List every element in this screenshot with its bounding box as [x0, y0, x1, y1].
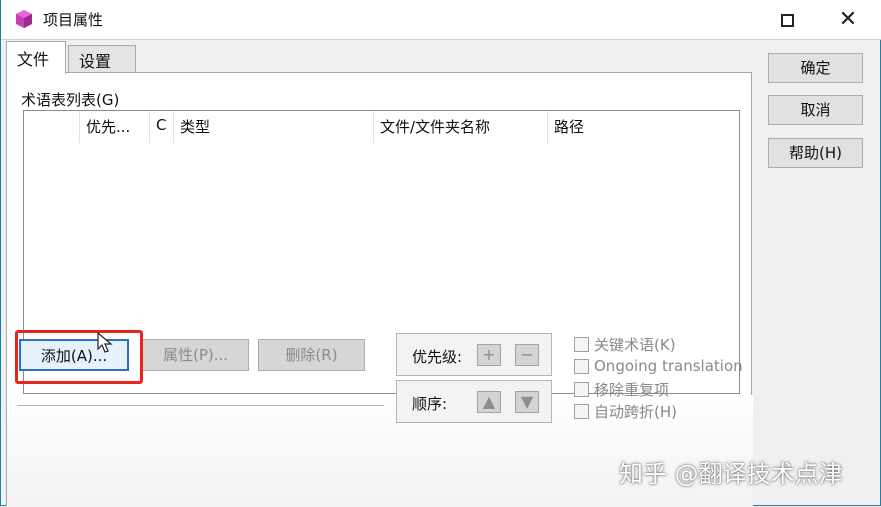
priority-down-button[interactable]: − — [515, 344, 539, 366]
glossary-table-header: 优先... C 类型 文件/文件夹名称 路径 — [24, 111, 739, 143]
ongoing-translation-checkbox[interactable]: Ongoing translation — [574, 356, 743, 376]
checkbox-label: 关键术语(K) — [594, 335, 676, 354]
column-header-name[interactable]: 文件/文件夹名称 — [374, 111, 548, 143]
highlight-box — [15, 330, 143, 384]
maximize-button[interactable] — [758, 0, 816, 40]
divider — [17, 405, 384, 406]
priority-up-button[interactable]: + — [477, 344, 501, 366]
checkbox-box — [574, 336, 589, 352]
checkbox-label: 移除重复项 — [594, 380, 670, 399]
tab-file[interactable]: 文件 — [6, 41, 66, 74]
column-header-type[interactable]: 类型 — [174, 111, 374, 143]
checkbox-box — [574, 403, 589, 419]
mouse-cursor-icon — [97, 332, 113, 353]
delete-button[interactable]: 删除(R) — [258, 339, 365, 371]
ok-button[interactable]: 确定 — [768, 53, 863, 83]
priority-label: 优先级: — [412, 348, 463, 366]
column-header-path[interactable]: 路径 — [548, 111, 740, 143]
column-header-c[interactable]: C — [150, 111, 174, 143]
maximize-icon — [780, 13, 794, 27]
file-tab-panel: 术语表列表(G) 优先... C 类型 文件/文件夹名称 路径 — [6, 72, 753, 507]
order-up-button[interactable]: ▲ — [477, 391, 501, 413]
order-group: 顺序: ▲ ▼ — [396, 380, 552, 423]
checkbox-label: 自动跨折(H) — [594, 402, 677, 421]
column-header-check[interactable] — [24, 111, 80, 143]
priority-group: 优先级: + − — [396, 333, 552, 376]
checkbox-box — [574, 381, 589, 397]
column-header-priority[interactable]: 优先... — [80, 111, 150, 143]
properties-button[interactable]: 属性(P)... — [142, 339, 249, 371]
cancel-button[interactable]: 取消 — [768, 95, 863, 125]
remove-duplicates-checkbox[interactable]: 移除重复项 — [574, 379, 669, 399]
checkbox-label: Ongoing translation — [594, 357, 743, 375]
app-cube-icon — [16, 10, 32, 28]
order-down-button[interactable]: ▼ — [515, 391, 539, 413]
help-button[interactable]: 帮助(H) — [768, 138, 863, 168]
glossary-list-label: 术语表列表(G) — [21, 91, 120, 109]
checkbox-box — [574, 358, 589, 374]
project-properties-dialog: 项目属性 ✕ 文件 设置 术语表列表(G) 优先... C 类型 文件/文件夹名… — [0, 0, 881, 507]
title-bar: 项目属性 ✕ — [1, 0, 881, 40]
tab-settings[interactable]: 设置 — [68, 45, 136, 72]
watermark-text: 知乎 @翻译技术点津 — [619, 460, 843, 488]
close-icon: ✕ — [838, 7, 858, 32]
window-title: 项目属性 — [43, 11, 104, 29]
order-label: 顺序: — [412, 395, 448, 413]
auto-checkbox[interactable]: 自动跨折(H) — [574, 401, 677, 421]
key-terms-checkbox[interactable]: 关键术语(K) — [574, 334, 676, 354]
close-button[interactable]: ✕ — [819, 0, 877, 40]
